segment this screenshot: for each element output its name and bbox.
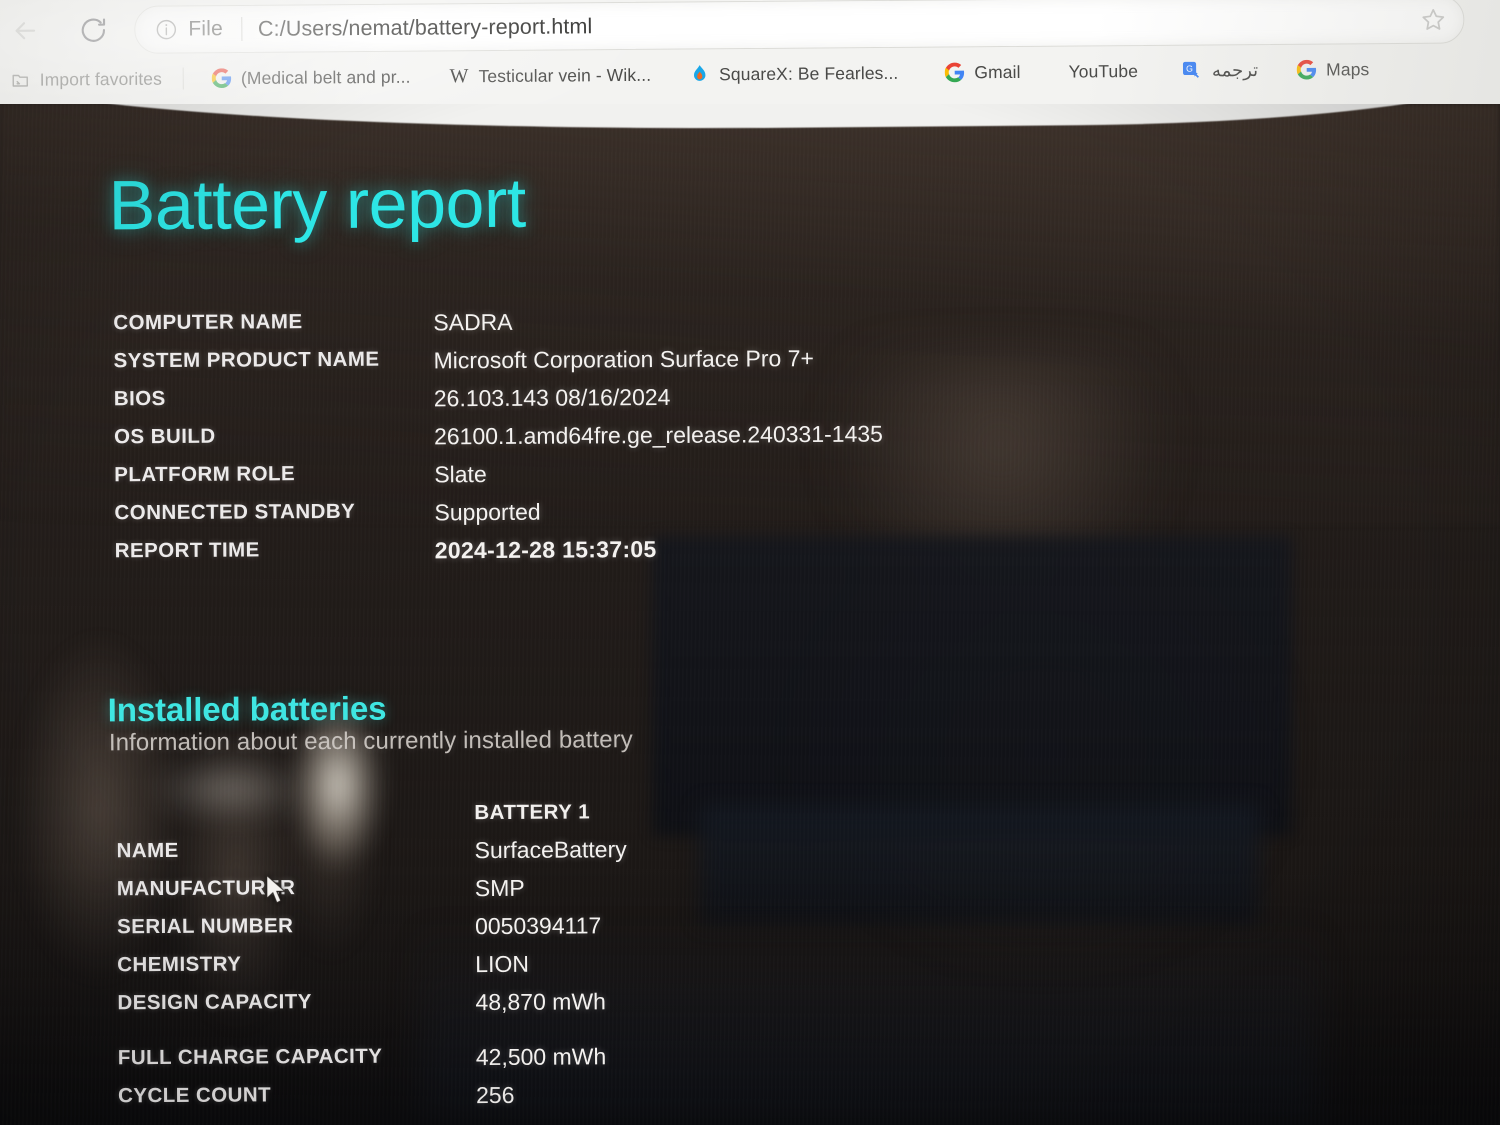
svg-text:G: G	[1186, 63, 1193, 73]
url-text[interactable]: C:/Users/nemat/battery-report.html	[258, 7, 1420, 41]
url-scheme-label: File	[188, 17, 224, 41]
row-value: 26.103.143 08/16/2024	[433, 383, 671, 412]
battery-report-page: Battery report COMPUTER NAME SADRA SYSTE…	[0, 104, 1500, 1125]
squarex-flame-icon	[689, 64, 710, 85]
system-info-table: COMPUTER NAME SADRA SYSTEM PRODUCT NAME …	[113, 307, 883, 578]
row-key: CHEMISTRY	[117, 952, 242, 977]
bookmark-tarjomeh[interactable]: G ترجمه	[1171, 53, 1269, 88]
bookmark-label: (Medical belt and pr...	[240, 66, 411, 88]
omnibox-divider	[240, 17, 243, 42]
mouse-pointer-icon	[266, 874, 288, 906]
reload-button[interactable]	[70, 7, 116, 53]
column-header-spacer	[116, 801, 474, 839]
bookmark-maps[interactable]: Maps	[1285, 52, 1380, 87]
report-content: Battery report COMPUTER NAME SADRA SYSTE…	[0, 104, 1500, 1125]
row-value: Microsoft Corporation Surface Pro 7+	[433, 345, 814, 374]
bookmark-medical-belt[interactable]: (Medical belt and pr...	[200, 60, 422, 96]
column-header-battery-1: BATTERY 1	[474, 800, 591, 825]
bookmark-label: ترجمه	[1211, 59, 1259, 80]
table-row: REPORT TIME 2024-12-28 15:37:05	[115, 535, 884, 578]
wikipedia-icon: W	[449, 65, 469, 88]
row-value: Supported	[434, 498, 541, 526]
section-heading-installed-batteries: Installed batteries	[107, 689, 387, 729]
row-key: SERIAL NUMBER	[116, 914, 294, 939]
reload-icon	[78, 15, 108, 45]
table-row: OS BUILD 26100.1.amd64fre.ge_release.240…	[114, 421, 883, 464]
row-key: CYCLE COUNT	[117, 1083, 272, 1108]
row-key: SYSTEM PRODUCT NAME	[113, 347, 380, 373]
table-row: CYCLE COUNT 256	[118, 1081, 628, 1122]
google-translate-icon: G	[1182, 60, 1203, 81]
address-bar[interactable]: File C:/Users/nemat/battery-report.html	[134, 0, 1465, 54]
section-subheading: Information about each currently install…	[108, 726, 633, 757]
row-value: SMP	[474, 874, 525, 902]
table-row: CONNECTED STANDBY Supported	[114, 497, 883, 540]
table-row: MANUFACTURER SMP	[117, 874, 627, 915]
row-key: OS BUILD	[113, 424, 216, 449]
table-row: NAME SurfaceBattery	[116, 836, 626, 877]
row-key: CONNECTED STANDBY	[114, 499, 356, 525]
screenshot-root: File C:/Users/nemat/battery-report.html	[0, 0, 1500, 1125]
import-favorites-icon	[10, 69, 31, 90]
bookmark-youtube[interactable]: YouTube	[1057, 54, 1149, 89]
table-header-row: BATTERY 1	[116, 800, 626, 839]
row-value: 48,870 mWh	[475, 988, 606, 1016]
row-value: 26100.1.amd64fre.ge_release.240331-1435	[433, 420, 883, 450]
row-key: MANUFACTURER	[116, 876, 296, 901]
star-icon[interactable]	[1419, 6, 1447, 34]
row-key: PLATFORM ROLE	[114, 462, 296, 487]
back-button[interactable]	[2, 8, 48, 54]
table-row: COMPUTER NAME SADRA	[113, 307, 882, 350]
bookmark-label: Testicular vein - Wik...	[478, 64, 652, 86]
installed-batteries-table: BATTERY 1 NAME SurfaceBattery MANUFACTUR…	[116, 800, 628, 1122]
bookmark-label: Gmail	[974, 61, 1021, 82]
table-row: BIOS 26.103.143 08/16/2024	[114, 383, 883, 426]
row-value: Slate	[434, 461, 487, 488]
back-arrow-icon	[10, 16, 40, 46]
table-row: PLATFORM ROLE Slate	[114, 459, 883, 502]
row-value: LION	[475, 950, 530, 978]
google-maps-g-icon	[1296, 59, 1317, 80]
row-key: DESIGN CAPACITY	[117, 990, 312, 1015]
table-row: DESIGN CAPACITY 48,870 mWh	[117, 988, 627, 1046]
table-row: CHEMISTRY LION	[117, 950, 627, 991]
row-value: 42,500 mWh	[475, 1043, 607, 1071]
info-circle-icon[interactable]	[153, 17, 179, 43]
row-key: REPORT TIME	[114, 538, 260, 563]
row-key: NAME	[116, 838, 179, 863]
row-key: COMPUTER NAME	[113, 310, 303, 335]
table-row: FULL CHARGE CAPACITY 42,500 mWh	[118, 1043, 628, 1084]
bookmark-import-favorites[interactable]: Import favorites	[0, 62, 173, 97]
bookmark-gmail[interactable]: Gmail	[933, 55, 1031, 90]
bookmark-squarex[interactable]: SquareX: Be Fearles...	[678, 56, 909, 92]
browser-chrome: File C:/Users/nemat/battery-report.html	[0, 0, 1500, 118]
bookmarks-divider	[182, 67, 185, 90]
row-value: SurfaceBattery	[474, 836, 627, 864]
table-row: SERIAL NUMBER 0050394117	[117, 912, 627, 953]
page-title: Battery report	[108, 163, 526, 245]
bookmark-label: YouTube	[1068, 60, 1139, 82]
bookmark-label: Maps	[1326, 58, 1370, 80]
bookmark-label: Import favorites	[39, 68, 163, 90]
bookmark-label: SquareX: Be Fearles...	[719, 62, 899, 84]
row-value: 2024-12-28 15:37:05	[434, 535, 657, 564]
table-row: SYSTEM PRODUCT NAME Microsoft Corporatio…	[114, 345, 883, 388]
google-icon	[211, 68, 232, 89]
gmail-google-icon	[944, 62, 965, 83]
row-key: BIOS	[113, 386, 166, 411]
row-value: 0050394117	[474, 912, 602, 940]
row-value: SADRA	[433, 308, 513, 336]
row-key: FULL CHARGE CAPACITY	[117, 1044, 383, 1070]
bookmark-testicular-vein-wiki[interactable]: W Testicular vein - Wik...	[437, 58, 662, 94]
row-value: 256	[475, 1081, 515, 1109]
